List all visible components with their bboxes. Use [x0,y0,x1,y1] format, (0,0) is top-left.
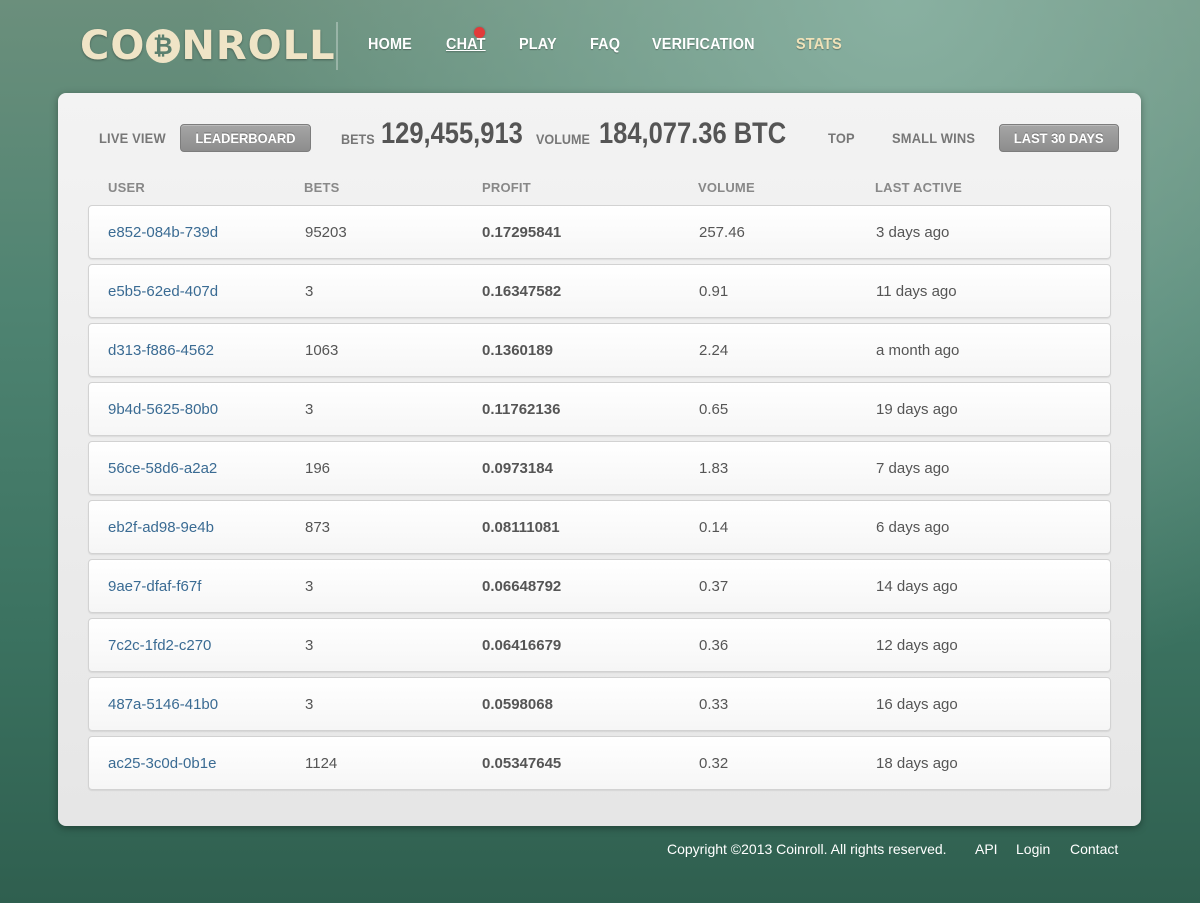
table-row: eb2f-ad98-9e4b 873 0.08111081 0.14 6 days ag… [88,500,1111,554]
table-header: USER BETS PROFIT VOLUME LAST ACTIVE [58,178,1141,198]
bets-count: 1124 [305,755,338,772]
user-id-link[interactable]: d313-f886-4562 [108,342,214,359]
user-id-link[interactable]: eb2f-ad98-9e4b [108,519,214,536]
logo-text-left: CO [80,23,146,69]
site-footer: Copyright ©2013 Coinroll. All rights res… [0,841,1200,861]
profit-value: 0.08111081 [482,519,560,536]
stats-panel: LIVE VIEW LEADERBOARD BETS 129,455,913 V… [58,93,1141,826]
nav-chat[interactable]: CHAT [446,36,486,54]
profit-value: 0.17295841 [482,224,562,241]
user-id-link[interactable]: 9b4d-5625-80b0 [108,401,218,418]
bets-count: 3 [305,696,314,713]
footer-contact-link[interactable]: Contact [1070,841,1118,857]
header-last-active: LAST ACTIVE [875,180,962,195]
table-row: 7c2c-1fd2-c270 3 0.06416679 0.36 12 days ago [88,618,1111,672]
user-id-link[interactable]: 7c2c-1fd2-c270 [108,637,211,654]
chat-notification-dot-icon [474,27,485,38]
volume-value: 0.91 [699,283,729,300]
volume-value: 0.32 [699,755,729,772]
last-active-text: 3 days ago [876,224,950,241]
bets-count: 3 [305,283,314,300]
profit-value: 0.05347645 [482,755,562,772]
profit-value: 0.11762136 [482,401,561,418]
volume-value: 257.46 [699,224,745,241]
coinroll-logo[interactable]: CO ₿ NROLL [80,24,336,68]
profit-value: 0.1360189 [482,342,553,359]
profit-value: 0.06648792 [482,578,562,595]
user-id-link[interactable]: e852-084b-739d [108,224,218,241]
user-id-link[interactable]: ac25-3c0d-0b1e [108,755,216,772]
bets-count: 3 [305,401,314,418]
profit-value: 0.0973184 [482,460,553,477]
table-row: 56ce-58d6-a2a2 196 0.0973184 1.83 7 days ago [88,441,1111,495]
table-row: e5b5-62ed-407d 3 0.16347582 0.91 11 days ago [88,264,1111,318]
nav-play[interactable]: PLAY [519,36,557,54]
live-view-link[interactable]: LIVE VIEW [99,130,166,146]
bets-count: 196 [305,460,331,477]
stats-toolbar: LIVE VIEW LEADERBOARD BETS 129,455,913 V… [58,93,1141,183]
header-volume: VOLUME [698,180,755,195]
leaderboard-button[interactable]: LEADERBOARD [180,124,311,152]
volume-value: 0.33 [699,696,729,713]
table-row: e852-084b-739d 95203 0.17295841 257.46 3 day… [88,205,1111,259]
bets-count: 3 [305,637,314,654]
volume-value: 1.83 [699,460,729,477]
logo-text-right: NROLL [181,23,336,69]
volume-value: 0.65 [699,401,729,418]
user-id-link[interactable]: 487a-5146-41b0 [108,696,218,713]
last-active-text: 16 days ago [876,696,958,713]
site-header: CO ₿ NROLL HOME CHAT PLAY FAQ VERIFICATI… [0,0,1200,92]
nav-home[interactable]: HOME [368,36,412,54]
last-30-days-button[interactable]: LAST 30 DAYS [999,124,1119,152]
bitcoin-coin-icon: ₿ [146,29,181,63]
bets-count: 873 [305,519,331,536]
last-active-text: 12 days ago [876,637,958,654]
bets-count: 3 [305,578,314,595]
profit-value: 0.0598068 [482,696,553,713]
table-row: ac25-3c0d-0b1e 1124 0.05347645 0.32 18 days … [88,736,1111,790]
footer-api-link[interactable]: API [975,841,998,857]
volume-value: 0.14 [699,519,729,536]
volume-total: 184,077.36 BTC [599,117,787,150]
footer-login-link[interactable]: Login [1016,841,1050,857]
nav-verification[interactable]: VERIFICATION [652,36,755,54]
header-bets: BETS [304,180,340,195]
bets-label: BETS [341,131,375,147]
table-row: d313-f886-4562 1063 0.1360189 2.24 a month a… [88,323,1111,377]
last-active-text: 14 days ago [876,578,958,595]
header-profit: PROFIT [482,180,531,195]
volume-value: 2.24 [699,342,729,359]
user-id-link[interactable]: 9ae7-dfaf-f67f [108,578,201,595]
last-active-text: 19 days ago [876,401,958,418]
bets-count: 95203 [305,224,347,241]
table-row: 9b4d-5625-80b0 3 0.11762136 0.65 19 days ago [88,382,1111,436]
user-id-link[interactable]: 56ce-58d6-a2a2 [108,460,217,477]
profit-value: 0.16347582 [482,283,562,300]
last-active-text: 6 days ago [876,519,950,536]
table-row: 9ae7-dfaf-f67f 3 0.06648792 0.37 14 days ago [88,559,1111,613]
small-wins-link[interactable]: SMALL WINS [892,130,975,146]
last-active-text: 11 days ago [876,283,957,300]
user-id-link[interactable]: e5b5-62ed-407d [108,283,218,300]
last-active-text: a month ago [876,342,960,359]
table-row: 487a-5146-41b0 3 0.0598068 0.33 16 days ago [88,677,1111,731]
bets-count: 1063 [305,342,339,359]
header-user: USER [108,180,145,195]
last-active-text: 7 days ago [876,460,950,477]
copyright-text: Copyright ©2013 Coinroll. All rights res… [667,841,947,857]
profit-value: 0.06416679 [482,637,562,654]
volume-value: 0.37 [699,578,729,595]
volume-label: VOLUME [536,131,590,147]
last-active-text: 18 days ago [876,755,958,772]
last-30-days-label: LAST 30 DAYS [1013,130,1104,146]
top-link[interactable]: TOP [828,130,855,146]
nav-stats[interactable]: STATS [796,36,842,54]
main-nav: HOME CHAT PLAY FAQ VERIFICATION STATS [368,36,876,54]
bets-total: 129,455,913 [381,117,523,150]
volume-value: 0.36 [699,637,729,654]
header-divider [336,22,338,70]
leaderboard-button-label: LEADERBOARD [195,130,296,146]
nav-faq[interactable]: FAQ [590,36,620,54]
